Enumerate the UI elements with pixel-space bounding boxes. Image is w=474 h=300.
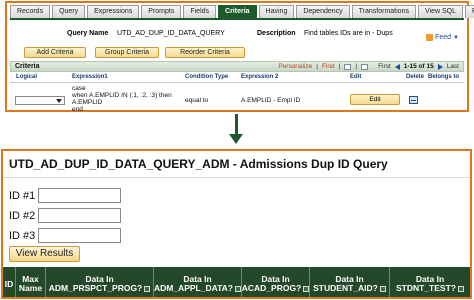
view-all-icon[interactable] xyxy=(344,64,352,70)
id2-input[interactable] xyxy=(38,208,121,223)
results-col-max-name[interactable]: Max Name xyxy=(16,267,46,297)
title-divider xyxy=(3,177,470,178)
view-results-button[interactable]: View Results xyxy=(9,246,80,262)
grid-navigation: Personalize | Find | | First 1-15 of 15 … xyxy=(278,62,459,72)
results-col-adm-appl-data[interactable]: Data In ADM_APPL_DATA? xyxy=(154,267,242,297)
arrow-down-icon xyxy=(229,134,243,144)
sort-icon xyxy=(379,285,386,292)
condition-type-value: equal to xyxy=(185,97,209,104)
tab-transformations[interactable]: Transformations xyxy=(351,5,416,18)
query-manager-panel: Records Query Expressions Prompts Fields… xyxy=(5,1,474,113)
tab-prompts[interactable]: Prompts xyxy=(141,5,182,18)
tab-expressions[interactable]: Expressions xyxy=(87,5,140,18)
col-expression1: Expression1 xyxy=(72,74,108,80)
results-col-id[interactable]: ID xyxy=(3,267,16,297)
col-belongs-to: Belongs to xyxy=(428,74,459,80)
tab-underline xyxy=(10,18,464,20)
results-col-adm-prspct-prog[interactable]: Data In ADM_PRSPCT_PROG? xyxy=(46,267,154,297)
tab-records[interactable]: Records xyxy=(10,5,51,18)
results-col-student-aid[interactable]: Data In STUDENT_AID? xyxy=(310,267,390,297)
query-name-label: Query Name xyxy=(67,30,109,37)
criteria-row: case when A.EMPLID IN (:1, :2, :3) then … xyxy=(10,83,464,113)
tab-query[interactable]: Query xyxy=(52,5,86,18)
results-table-header: ID Max Name Data In ADM_PRSPCT_PROG? Dat… xyxy=(3,267,470,297)
edit-button[interactable]: Edit xyxy=(350,94,400,105)
rss-feed-icon xyxy=(426,34,434,41)
expression1-value: case when A.EMPLID IN (:1, :2, :3) then … xyxy=(72,85,172,113)
feed-label: Feed xyxy=(435,34,452,41)
col-condition-type: Condition Type xyxy=(185,74,229,80)
tab-fields[interactable]: Fields xyxy=(183,5,217,18)
tab-bar: Records Query Expressions Prompts Fields… xyxy=(10,5,474,19)
query-run-panel: UTD_AD_DUP_ID_DATA_QUERY_ADM - Admission… xyxy=(1,149,472,299)
description-label: Description xyxy=(257,30,296,37)
add-criteria-button[interactable]: Add Criteria xyxy=(24,47,86,58)
sort-icon xyxy=(144,285,151,292)
personalize-link[interactable]: Personalize xyxy=(278,62,312,72)
criteria-column-headers: Logical Expression1 Condition Type Expre… xyxy=(10,73,464,83)
criteria-grid-header: Criteria Personalize | Find | | First 1-… xyxy=(10,61,464,72)
download-excel-icon[interactable] xyxy=(361,64,369,70)
query-name-value: UTD_AD_DUP_ID_DATA_QUERY xyxy=(117,30,225,37)
tab-criteria[interactable]: Criteria xyxy=(218,5,257,18)
results-col-stdnt-test[interactable]: Data In STDNT_TEST? xyxy=(390,267,470,297)
expression2-value: A.EMPLID - Empl ID xyxy=(241,97,301,104)
col-edit: Edit xyxy=(350,74,362,80)
next-arrow-icon[interactable] xyxy=(437,64,443,70)
id1-label: ID #1 xyxy=(9,190,36,202)
id2-label: ID #2 xyxy=(9,210,36,222)
logical-select[interactable] xyxy=(15,96,65,105)
page-title: UTD_AD_DUP_ID_DATA_QUERY_ADM - Admission… xyxy=(9,157,388,171)
results-col-acad-prog[interactable]: Data In ACAD_PROG? xyxy=(242,267,310,297)
previous-arrow-icon[interactable] xyxy=(394,64,400,70)
id3-input[interactable] xyxy=(38,228,121,243)
sort-icon xyxy=(303,285,310,292)
first-link[interactable]: First xyxy=(378,62,391,72)
criteria-title: Criteria xyxy=(15,63,40,70)
feed-link[interactable]: Feed ▼ xyxy=(426,34,459,41)
tab-view-sql[interactable]: View SQL xyxy=(417,5,463,18)
row-range: 1-15 of 15 xyxy=(403,63,434,70)
chevron-down-icon xyxy=(56,99,62,103)
sort-icon xyxy=(235,285,242,292)
reorder-criteria-button[interactable]: Reorder Criteria xyxy=(165,47,245,58)
sort-icon xyxy=(457,285,464,292)
tab-having[interactable]: Having xyxy=(258,5,295,18)
tab-dependency[interactable]: Dependency xyxy=(296,5,350,18)
id1-input[interactable] xyxy=(38,188,121,203)
col-delete: Delete xyxy=(406,74,425,80)
find-link[interactable]: Find xyxy=(322,62,335,72)
group-criteria-button[interactable]: Group Criteria xyxy=(95,47,159,58)
chevron-down-icon: ▼ xyxy=(453,34,459,41)
col-expression2: Expression 2 xyxy=(241,74,279,80)
id3-label: ID #3 xyxy=(9,230,36,242)
last-link[interactable]: Last xyxy=(447,62,459,72)
tab-run[interactable]: Run xyxy=(464,5,474,18)
description-value: Find tables IDs are in - Dups xyxy=(304,30,393,37)
delete-row-icon[interactable] xyxy=(409,96,418,104)
col-logical: Logical xyxy=(16,74,38,80)
